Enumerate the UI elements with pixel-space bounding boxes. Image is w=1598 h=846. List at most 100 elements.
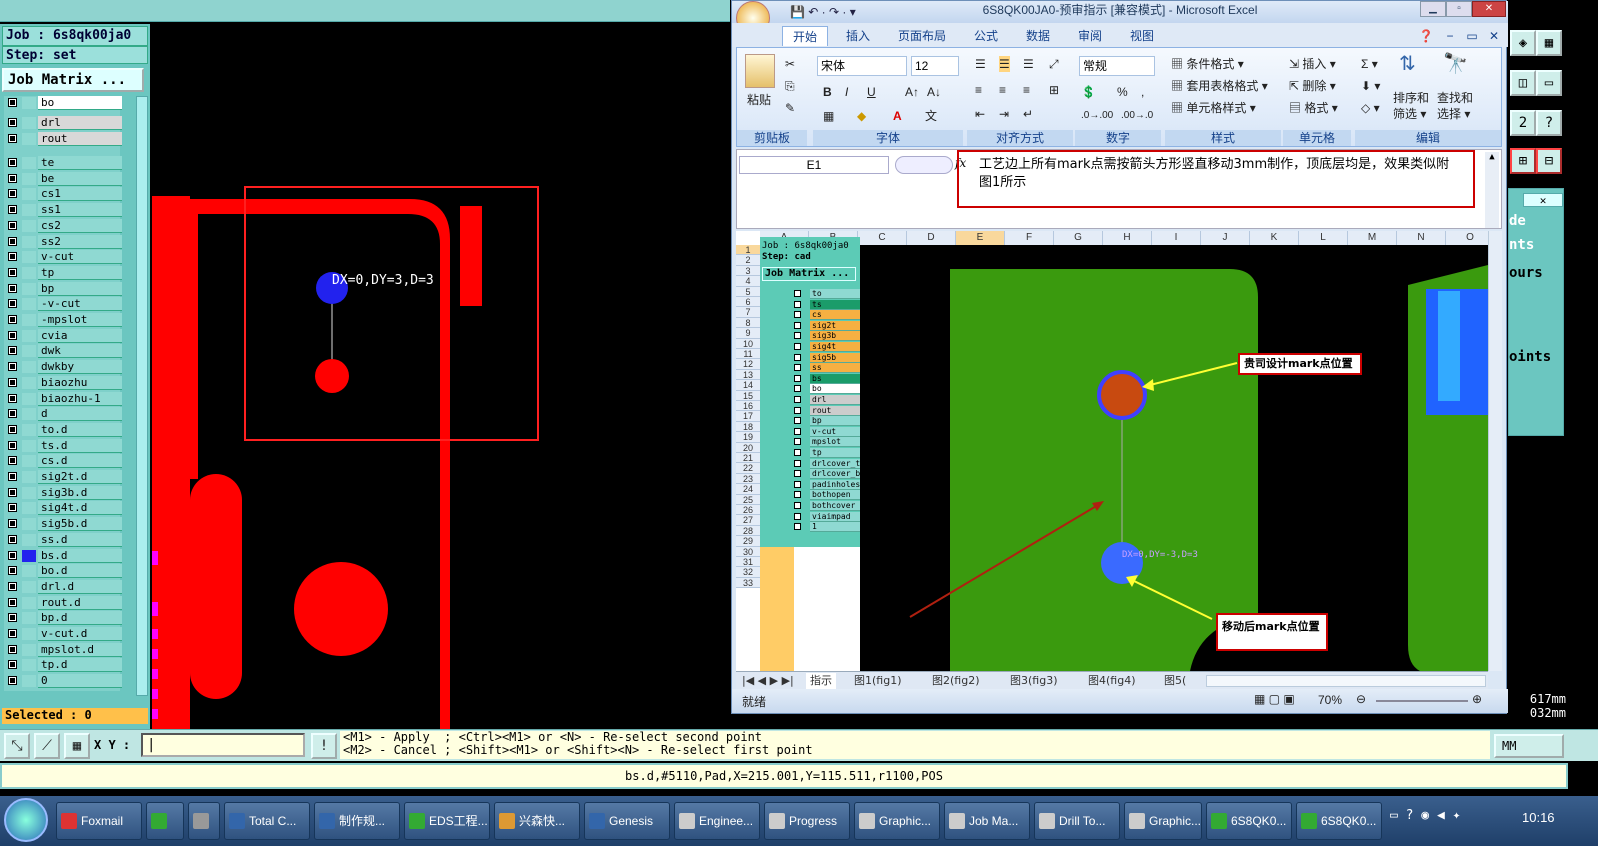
- paste-button[interactable]: 粘贴: [747, 92, 771, 108]
- units-selector[interactable]: MM: [1494, 734, 1564, 758]
- copy-icon[interactable]: ⎘: [785, 78, 795, 94]
- row-header[interactable]: 21: [736, 453, 760, 464]
- row-header[interactable]: 3: [736, 265, 760, 277]
- layer-checkbox[interactable]: [8, 346, 17, 356]
- row-header[interactable]: 23: [736, 473, 760, 485]
- cell-style-button[interactable]: ▦ 单元格样式 ▾: [1171, 100, 1256, 116]
- row-header[interactable]: 10: [736, 338, 760, 349]
- layer-row[interactable]: bo: [4, 96, 122, 110]
- grow-font-icon[interactable]: A↑: [905, 84, 919, 100]
- row-header[interactable]: 1: [736, 245, 760, 256]
- find-select-button[interactable]: 查找和: [1437, 90, 1473, 106]
- row-header[interactable]: 16: [736, 401, 760, 412]
- xy-input[interactable]: |: [141, 733, 305, 757]
- ribbon-minimize-icon[interactable]: −: [1440, 26, 1460, 46]
- row-header[interactable]: 19: [736, 432, 760, 443]
- tab-home[interactable]: 开始: [782, 26, 828, 46]
- tray-icons[interactable]: ▭ ? ◉ ◀ ✦: [1390, 808, 1460, 823]
- layer-scrollbar[interactable]: [136, 96, 148, 696]
- layer-checkbox[interactable]: [8, 393, 17, 403]
- layer-row[interactable]: ss.d: [4, 532, 122, 547]
- conditional-format-button[interactable]: ▦ 条件格式 ▾: [1171, 56, 1244, 72]
- layer-row[interactable]: rout.d: [4, 595, 122, 610]
- tab-insert[interactable]: 插入: [836, 26, 880, 46]
- layer-checkbox[interactable]: [8, 267, 17, 277]
- layer-row[interactable]: mpslot.d: [4, 642, 122, 657]
- side-menu-item-3[interactable]: ours: [1509, 265, 1543, 281]
- sheet-nav-icons[interactable]: |◀ ◀ ▶ ▶|: [738, 673, 798, 689]
- genesis-graphic-area[interactable]: DX=0,DY=3,D=3: [150, 24, 730, 729]
- formula-input[interactable]: 工艺边上所有mark点需按箭头方形竖直移动3mm制作，顶底层均是，效果类似附图1…: [957, 150, 1475, 208]
- layer-checkbox[interactable]: [8, 534, 17, 544]
- ribbon-restore-icon[interactable]: ▭: [1462, 26, 1482, 46]
- column-header[interactable]: L: [1299, 231, 1348, 245]
- tab-page-layout[interactable]: 页面布局: [888, 26, 956, 46]
- font-name-combo[interactable]: 宋体: [817, 56, 907, 76]
- horizontal-scrollbar[interactable]: [1206, 675, 1486, 687]
- layer-checkbox[interactable]: [8, 660, 17, 670]
- row-header[interactable]: 17: [736, 411, 760, 422]
- row-header[interactable]: 24: [736, 484, 760, 495]
- row-header[interactable]: 6: [736, 297, 760, 308]
- align-left-icon[interactable]: ≡: [975, 82, 982, 98]
- sheet-tab-5[interactable]: 图4(fig4): [1084, 673, 1140, 689]
- window-close-button[interactable]: ✕: [1472, 1, 1506, 17]
- row-header[interactable]: 2: [736, 255, 760, 266]
- layer-checkbox[interactable]: [8, 676, 17, 686]
- job-matrix-button[interactable]: Job Matrix ...: [2, 68, 144, 92]
- align-middle-icon[interactable]: ☰: [999, 56, 1010, 72]
- column-header[interactable]: J: [1201, 231, 1250, 245]
- vertical-scrollbar[interactable]: [1488, 231, 1502, 671]
- align-right-icon[interactable]: ≡: [1023, 82, 1030, 98]
- layer-checkbox[interactable]: [8, 550, 17, 560]
- layer-row[interactable]: te: [4, 156, 122, 170]
- row-header[interactable]: 27: [736, 515, 760, 526]
- layer-row[interactable]: bo.d: [4, 564, 122, 579]
- table-format-button[interactable]: ▦ 套用表格格式 ▾: [1171, 78, 1268, 94]
- side-menu-item-4[interactable]: oints: [1509, 349, 1551, 365]
- taskbar-item[interactable]: Graphic...: [1124, 802, 1202, 840]
- formula-function-icon[interactable]: [895, 156, 953, 174]
- layer-row[interactable]: cs.d: [4, 454, 122, 469]
- layer-checkbox[interactable]: [8, 613, 17, 623]
- layer-checkbox[interactable]: [8, 158, 17, 167]
- taskbar-item[interactable]: Genesis: [584, 802, 670, 840]
- column-header[interactable]: E: [956, 231, 1005, 245]
- autosum-icon[interactable]: Σ ▾: [1361, 56, 1378, 72]
- decrease-decimal-icon[interactable]: .00→.0: [1121, 108, 1153, 124]
- layer-row[interactable]: to.d: [4, 422, 122, 437]
- merge-icon[interactable]: ⊞: [1049, 82, 1059, 98]
- column-header[interactable]: I: [1152, 231, 1201, 245]
- taskbar-item[interactable]: 兴森快...: [494, 802, 580, 840]
- layer-checkbox[interactable]: [8, 409, 17, 419]
- tab-data[interactable]: 数据: [1016, 26, 1060, 46]
- phonetic-icon[interactable]: 文: [925, 108, 937, 124]
- layer-row[interactable]: tp.d: [4, 658, 122, 673]
- align-top-icon[interactable]: ☰: [975, 56, 986, 72]
- layer-checkbox[interactable]: [8, 252, 17, 262]
- zoom-tool-icon[interactable]: ⤡: [4, 733, 30, 759]
- layer-row[interactable]: d: [4, 407, 122, 422]
- sheet-tab-3[interactable]: 图2(fig2): [928, 673, 984, 689]
- column-header[interactable]: G: [1054, 231, 1103, 245]
- zoom-in-icon[interactable]: ⊕: [1472, 692, 1482, 706]
- layer-checkbox[interactable]: [8, 472, 17, 481]
- layer-row[interactable]: cvia: [4, 328, 122, 343]
- row-header[interactable]: 31: [736, 557, 760, 568]
- delete-cells-button[interactable]: ⇱ 删除 ▾: [1289, 78, 1336, 94]
- right-tool-button-3[interactable]: ◫: [1510, 70, 1536, 96]
- layer-row[interactable]: dwkby: [4, 360, 122, 375]
- layer-row[interactable]: dwk: [4, 344, 122, 359]
- align-bottom-icon[interactable]: ☰: [1023, 56, 1034, 72]
- sort-filter-icon[interactable]: ⇅: [1399, 54, 1416, 74]
- column-header[interactable]: D: [907, 231, 956, 245]
- layer-checkbox[interactable]: [8, 456, 17, 466]
- row-header[interactable]: 12: [736, 359, 760, 370]
- cut-icon[interactable]: ✂: [785, 56, 795, 72]
- taskbar-item[interactable]: 6S8QK0...: [1296, 802, 1382, 840]
- paste-icon[interactable]: [745, 54, 775, 88]
- column-header[interactable]: O: [1446, 231, 1488, 245]
- fill-icon[interactable]: ⬇ ▾: [1361, 78, 1380, 94]
- help-circle-icon[interactable]: ❓: [1416, 26, 1436, 46]
- taskbar-item[interactable]: Progress: [764, 802, 850, 840]
